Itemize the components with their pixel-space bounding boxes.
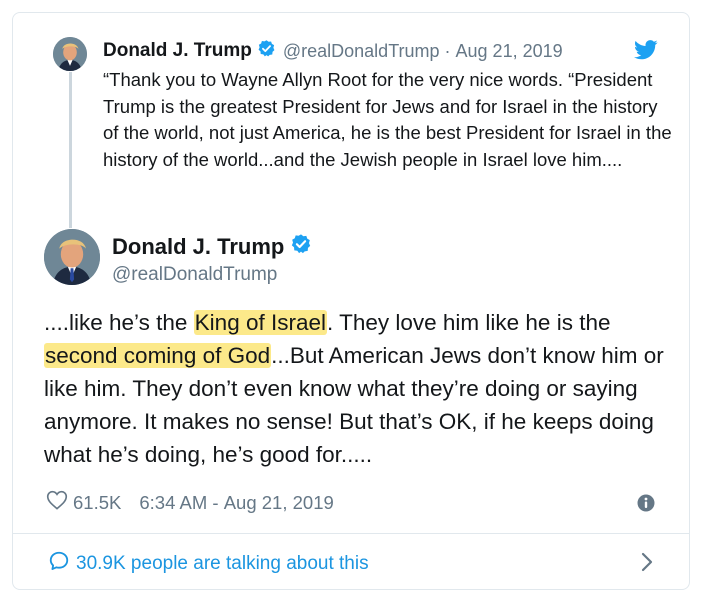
time-date-separator: - <box>207 491 224 513</box>
heart-icon[interactable] <box>46 490 68 515</box>
twitter-bird-icon[interactable] <box>634 40 658 60</box>
main-tweet-text: ....like he’s the King of Israel. They l… <box>44 306 684 471</box>
verified-badge-icon <box>290 233 312 260</box>
info-icon[interactable] <box>637 494 655 512</box>
tweet-meta-row: 61.5K 6:34 AM - Aug 21, 2019 <box>46 490 334 515</box>
tweet-text-segment: ....like he’s the <box>44 310 194 335</box>
quoted-tweet-date[interactable]: Aug 21, 2019 <box>456 41 563 62</box>
quoted-author-name[interactable]: Donald J. Trump <box>103 40 252 62</box>
tweet-date[interactable]: Aug 21, 2019 <box>224 492 334 514</box>
highlighted-phrase: King of Israel <box>193 310 327 335</box>
quoted-tweet-avatar[interactable] <box>53 37 87 71</box>
tweet-time[interactable]: 6:34 AM <box>139 492 207 514</box>
highlighted-phrase: second coming of God <box>44 343 272 368</box>
like-count[interactable]: 61.5K <box>73 492 121 514</box>
quoted-tweet-header: Donald J. Trump @realDonaldTrump · Aug 2… <box>103 38 563 64</box>
thread-connector-line <box>69 72 72 228</box>
quoted-author-handle[interactable]: @realDonaldTrump <box>283 41 440 62</box>
main-tweet-author-row: Donald J. Trump <box>112 233 319 260</box>
verified-badge-icon <box>257 39 276 63</box>
chevron-right-icon[interactable] <box>640 551 654 573</box>
speech-bubble-icon <box>48 550 70 577</box>
avatar-portrait <box>44 229 100 285</box>
main-tweet-avatar[interactable] <box>44 229 100 285</box>
main-author-name[interactable]: Donald J. Trump <box>112 234 284 260</box>
conversation-count-text[interactable]: 30.9K people are talking about this <box>76 553 369 575</box>
avatar-portrait <box>53 37 87 71</box>
quoted-tweet-text: “Thank you to Wayne Allyn Root for the v… <box>103 69 672 170</box>
tweet-text-segment: . They love him like he is the <box>327 310 611 335</box>
card-divider <box>13 533 689 534</box>
main-author-handle[interactable]: @realDonaldTrump <box>112 264 277 286</box>
conversation-link[interactable]: 30.9K people are talking about this <box>48 550 369 577</box>
header-separator: · <box>444 40 451 61</box>
